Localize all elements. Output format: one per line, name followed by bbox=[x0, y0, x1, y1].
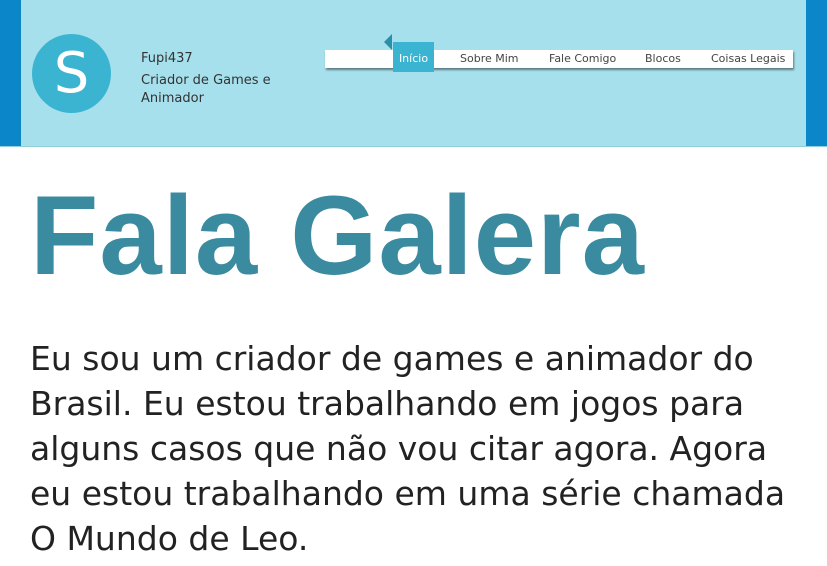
site-header: S Fupi437 Criador de Games e Animador In… bbox=[0, 0, 827, 147]
main-nav: Início Sobre Mim Fale Comigo Blocos Cois… bbox=[325, 42, 793, 72]
header-left-edge bbox=[0, 0, 21, 146]
site-name[interactable]: Fupi437 bbox=[141, 51, 193, 66]
nav-item-inicio[interactable]: Início bbox=[393, 42, 434, 72]
nav-active-arrow-icon bbox=[384, 34, 392, 50]
site-tagline: Criador de Games e Animador bbox=[141, 73, 271, 106]
nav-item-sobre-mim[interactable]: Sobre Mim bbox=[460, 50, 519, 68]
nav-item-fale-comigo[interactable]: Fale Comigo bbox=[549, 50, 616, 68]
nav-item-blocos[interactable]: Blocos bbox=[645, 50, 681, 68]
nav-item-coisas-legais[interactable]: Coisas Legais bbox=[711, 50, 785, 68]
page-heading: Fala Galera bbox=[30, 173, 645, 298]
intro-paragraph: Eu sou um criador de games e animador do… bbox=[30, 339, 786, 558]
site-logo[interactable]: S bbox=[32, 34, 111, 113]
logo-letter: S bbox=[53, 40, 90, 106]
header-right-edge bbox=[806, 0, 827, 146]
